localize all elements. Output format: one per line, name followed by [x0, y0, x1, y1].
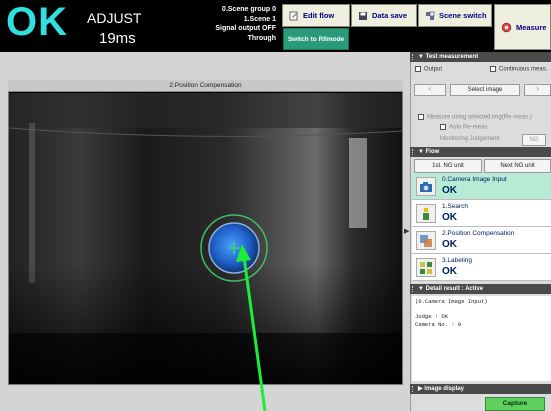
- measure-using-label: Measure using selected img(Re-meas.): [427, 114, 532, 121]
- search-icon: [416, 204, 436, 223]
- detail-result-text: (0.Camera Image Input) Judge : OK Camera…: [412, 296, 551, 381]
- auto-remeas-checkbox[interactable]: Auto Re-meas.: [440, 124, 489, 131]
- first-ng-unit-button[interactable]: 1st. NG unit: [414, 159, 482, 173]
- scene-switch-button[interactable]: Scene switch: [418, 4, 492, 27]
- data-save-button[interactable]: Data save: [351, 4, 417, 27]
- camera-image[interactable]: [9, 93, 402, 384]
- scene-group-label: 0.Scene group 0: [221, 6, 276, 13]
- monitoring-judgement-label: Monitoring Judgement: [440, 136, 500, 142]
- prev-image-button[interactable]: <: [414, 84, 446, 96]
- monitoring-judgement-select[interactable]: NG: [522, 134, 546, 146]
- flow-item-status: OK: [442, 212, 457, 223]
- labeling-icon: [416, 258, 436, 277]
- current-step-arrow-icon: ▶: [404, 228, 410, 235]
- flow-header[interactable]: ▼ Flow: [410, 147, 551, 157]
- flow-item-status: OK: [442, 239, 457, 250]
- data-save-label: Data save: [372, 11, 408, 20]
- output-label: Output: [424, 66, 443, 73]
- flow-item-name: 1.Search: [442, 203, 469, 210]
- output-check[interactable]: [415, 66, 421, 72]
- auto-remeas-check[interactable]: [440, 124, 446, 130]
- vision-app-window: OK ADJUST 19ms 0.Scene group 0 1.Scene 1…: [0, 0, 551, 411]
- monitoring-judgement: Monitoring Judgement: [440, 136, 499, 142]
- flow-item-labeling[interactable]: 3.Labeling OK: [412, 254, 551, 281]
- edit-flow-icon: [289, 11, 298, 20]
- continuous-checkbox[interactable]: Continuous meas.: [490, 66, 547, 73]
- scene-switch-icon: [426, 11, 435, 20]
- next-image-button[interactable]: >: [524, 84, 551, 96]
- detail-result-header[interactable]: ▼ Detail result : Active: [410, 284, 551, 294]
- measure-using-selected[interactable]: Measure using selected img(Re-meas.): [418, 114, 532, 121]
- detail-result-title: Detail result : Active: [425, 286, 484, 292]
- select-image-button[interactable]: Select image: [450, 84, 520, 96]
- through-label: Through: [247, 34, 276, 42]
- auto-remeas-label: Auto Re-meas.: [449, 124, 490, 131]
- measure-button[interactable]: Measure: [494, 4, 551, 50]
- measure-icon: [501, 22, 512, 32]
- signal-output-label: Signal output OFF: [215, 25, 276, 32]
- scene-label: 1.Scene 1: [243, 15, 276, 23]
- image-bottom-strip: [8, 385, 403, 411]
- switch-mode-button[interactable]: Switch to Rllmode: [283, 28, 349, 50]
- image-window-title: 2.Position Compensation: [8, 80, 403, 92]
- mode-label: ADJUST: [87, 10, 142, 26]
- overall-judgement: OK: [6, 0, 68, 44]
- edit-flow-label: Edit flow: [303, 11, 335, 20]
- flow-item-name: 3.Labeling: [442, 257, 472, 264]
- flow-title: Flow: [425, 149, 440, 155]
- image-display-header[interactable]: ▶ Image display: [410, 384, 551, 394]
- measure-using-check[interactable]: [418, 114, 424, 120]
- flow-item-status: OK: [442, 266, 457, 277]
- processing-time: 19ms: [99, 30, 136, 47]
- flow-item-name: 0.Camera Image Input: [442, 176, 507, 183]
- status-header: OK ADJUST 19ms 0.Scene group 0 1.Scene 1…: [0, 0, 551, 52]
- capture-button[interactable]: Capture: [485, 397, 545, 411]
- camera-icon: [416, 177, 436, 196]
- flow-item-status: OK: [442, 185, 457, 196]
- save-icon: [359, 11, 367, 20]
- test-measurement-header[interactable]: ▼ Test measurement: [410, 52, 551, 62]
- position-compensation-icon: [416, 231, 436, 250]
- next-ng-unit-button[interactable]: Next NG unit: [484, 159, 551, 173]
- flow-item-position-compensation[interactable]: 2.Position Compensation OK: [412, 227, 551, 254]
- continuous-label: Continuous meas.: [499, 66, 548, 73]
- flow-item-search[interactable]: 1.Search OK: [412, 200, 551, 227]
- scene-info: 0.Scene group 0 1.Scene 1 Signal output …: [215, 5, 276, 43]
- output-checkbox[interactable]: Output: [415, 66, 442, 73]
- flow-item-name: 2.Position Compensation: [442, 230, 515, 237]
- test-measurement-title: Test measurement: [425, 54, 479, 60]
- image-display-title: Image display: [424, 386, 464, 392]
- scene-switch-label: Scene switch: [439, 11, 487, 20]
- edit-flow-button[interactable]: Edit flow: [282, 4, 350, 27]
- continuous-check[interactable]: [490, 66, 496, 72]
- measure-label: Measure: [516, 22, 547, 32]
- flow-item-camera-image-input[interactable]: 0.Camera Image Input OK: [412, 173, 551, 200]
